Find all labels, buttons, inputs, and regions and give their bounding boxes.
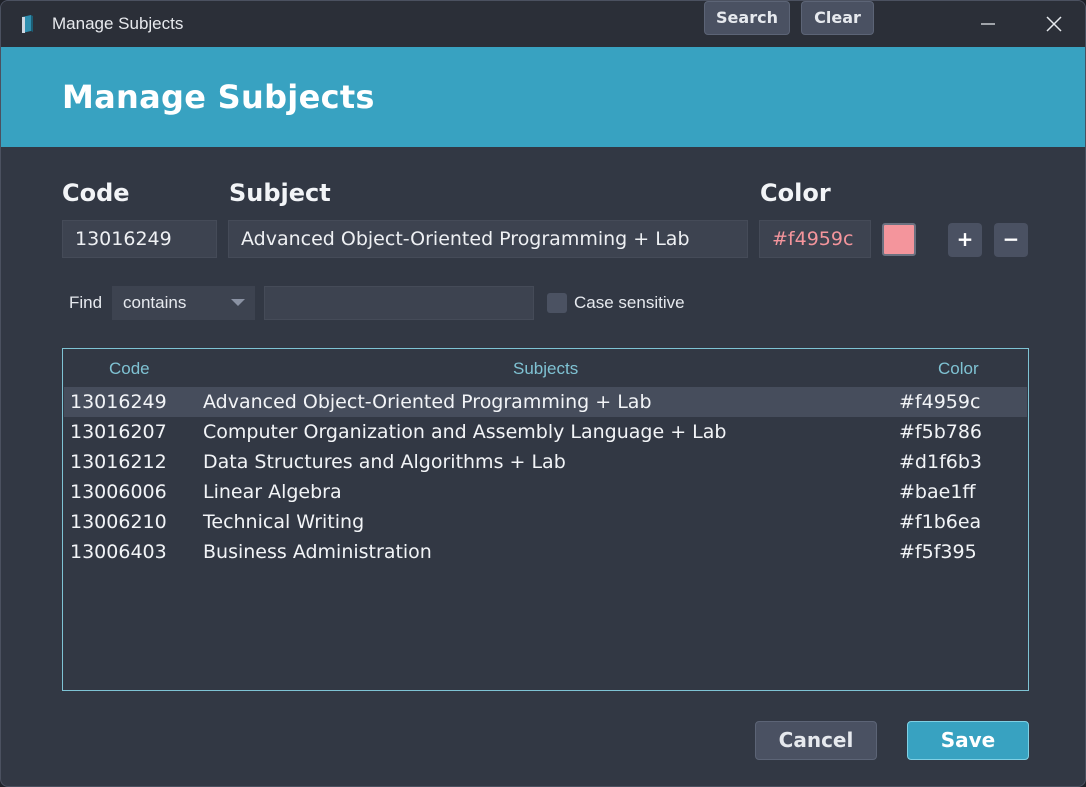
- chevron-down-icon: [231, 299, 245, 306]
- close-button[interactable]: [1040, 11, 1068, 37]
- column-header-code[interactable]: Code: [109, 359, 150, 379]
- find-input[interactable]: [264, 286, 534, 320]
- app-book-icon: [19, 14, 35, 34]
- column-header-subjects[interactable]: Subjects: [513, 359, 578, 379]
- page-title: Manage Subjects: [62, 78, 375, 116]
- find-label: Find: [69, 293, 103, 312]
- window-title: Manage Subjects: [52, 14, 184, 33]
- case-sensitive-checkbox[interactable]: [547, 293, 567, 313]
- table-row[interactable]: 13016207 Computer Organization and Assem…: [64, 417, 1027, 447]
- find-mode-select[interactable]: contains: [112, 286, 255, 320]
- save-button[interactable]: Save: [907, 721, 1029, 760]
- find-mode-value: contains: [123, 293, 187, 312]
- add-subject-button[interactable]: +: [948, 223, 982, 257]
- color-label: Color: [760, 179, 831, 207]
- table-row[interactable]: 13006403 Business Administration #f5f395: [64, 537, 1027, 567]
- code-label: Code: [62, 179, 130, 207]
- color-input[interactable]: #f4959c: [759, 220, 871, 258]
- row-code: 13006006: [70, 481, 167, 503]
- row-code: 13006403: [70, 541, 167, 563]
- row-subject: Business Administration: [203, 541, 432, 563]
- subjects-table[interactable]: Code Subjects Color 13016249 Advanced Ob…: [62, 348, 1029, 691]
- row-subject: Linear Algebra: [203, 481, 342, 503]
- row-subject: Computer Organization and Assembly Langu…: [203, 421, 727, 443]
- row-subject: Data Structures and Algorithms + Lab: [203, 451, 566, 473]
- subject-input[interactable]: Advanced Object-Oriented Programming + L…: [228, 220, 748, 258]
- close-icon: [1046, 16, 1062, 32]
- search-button[interactable]: Search: [704, 1, 790, 35]
- minimize-icon: [981, 23, 995, 25]
- row-code: 13016249: [70, 391, 167, 413]
- table-row[interactable]: 13006006 Linear Algebra #bae1ff: [64, 477, 1027, 507]
- row-subject: Technical Writing: [203, 511, 365, 533]
- row-code: 13016212: [70, 451, 167, 473]
- color-swatch-button[interactable]: [882, 223, 916, 256]
- row-code: 13016207: [70, 421, 167, 443]
- table-row[interactable]: 13006210 Technical Writing #f1b6ea: [64, 507, 1027, 537]
- table-row[interactable]: 13016212 Data Structures and Algorithms …: [64, 447, 1027, 477]
- row-code: 13006210: [70, 511, 167, 533]
- row-color: #d1f6b3: [899, 451, 982, 473]
- row-color: #f4959c: [899, 391, 981, 413]
- row-color: #f5b786: [899, 421, 983, 443]
- remove-subject-button[interactable]: −: [994, 223, 1028, 257]
- row-color: #bae1ff: [899, 481, 976, 503]
- minimize-button[interactable]: [974, 11, 1002, 37]
- header-banner: Manage Subjects: [1, 47, 1085, 147]
- subject-label: Subject: [229, 179, 331, 207]
- row-color: #f5f395: [899, 541, 977, 563]
- clear-button[interactable]: Clear: [801, 1, 874, 35]
- row-subject: Advanced Object-Oriented Programming + L…: [203, 391, 652, 413]
- case-sensitive-label: Case sensitive: [574, 293, 685, 312]
- table-row[interactable]: 13016249 Advanced Object-Oriented Progra…: [64, 387, 1027, 417]
- column-header-color[interactable]: Color: [938, 359, 979, 379]
- code-input[interactable]: 13016249: [62, 220, 217, 258]
- cancel-button[interactable]: Cancel: [755, 721, 877, 760]
- row-color: #f1b6ea: [899, 511, 982, 533]
- title-bar: Manage Subjects: [1, 1, 1085, 47]
- manage-subjects-window: Manage Subjects Manage Subjects Code Sub…: [0, 0, 1086, 787]
